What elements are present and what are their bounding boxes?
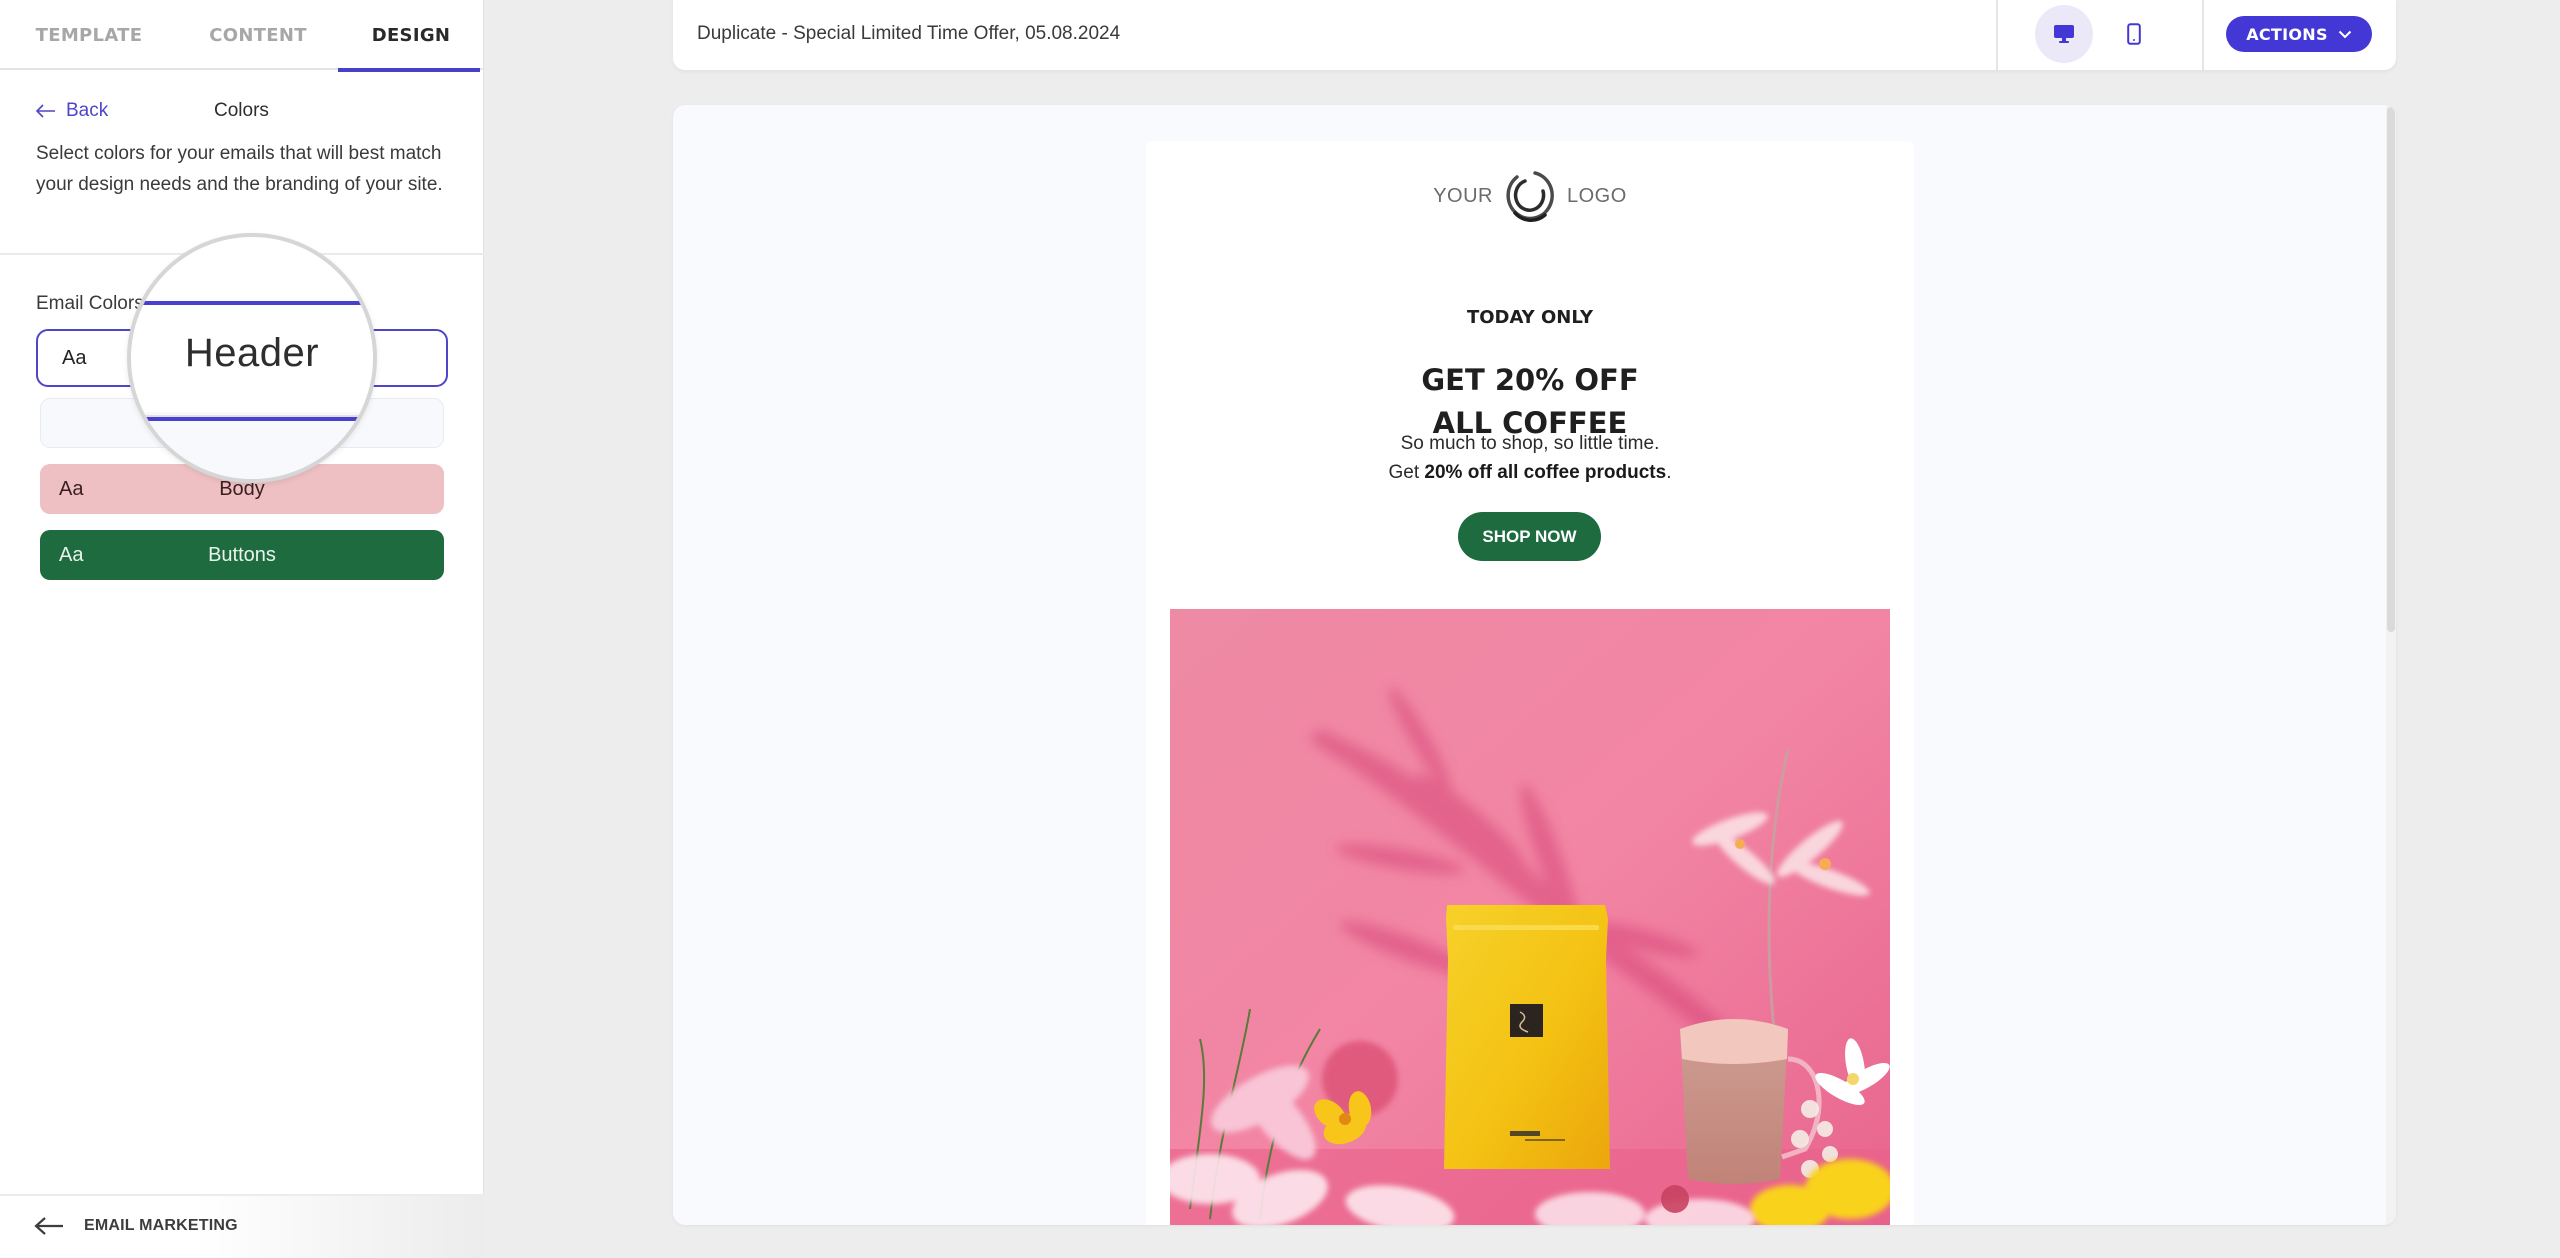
divider — [1996, 0, 1998, 70]
email-canvas: YOUR LOGO TODAY ONLY GET 20% OFF ALL COF… — [1146, 141, 1914, 1225]
body-line-2-bold: 20% off all coffee products — [1424, 462, 1667, 483]
sidebar-tabs: TEMPLATE CONTENT DESIGN — [0, 0, 484, 72]
lens-text: Header — [184, 331, 320, 375]
arrow-left-icon — [34, 1217, 63, 1235]
chevron-down-icon — [2338, 30, 2352, 38]
actions-button[interactable]: ACTIONS — [2226, 16, 2372, 52]
magnifier-lens: Header — [127, 233, 377, 483]
sidebar: TEMPLATE CONTENT DESIGN Back Colors Sele… — [0, 0, 484, 1258]
panel-description: Select colors for your emails that will … — [36, 143, 443, 195]
sidebar-footer: EMAIL MARKETING — [0, 1194, 484, 1258]
email-colors-label: Email Colors — [36, 293, 144, 314]
logo-ring-icon — [1506, 171, 1554, 222]
desktop-icon — [2054, 25, 2074, 43]
shop-now-button[interactable]: SHOP NOW — [1458, 512, 1601, 561]
scrollbar-thumb[interactable] — [2387, 107, 2395, 632]
back-button[interactable]: Back — [36, 96, 108, 126]
logo-text-right: LOGO — [1567, 184, 1627, 207]
divider — [2202, 0, 2204, 70]
email-body-text[interactable]: So much to shop, so little time. Get 20%… — [1146, 429, 1914, 487]
document-title[interactable]: Duplicate - Special Limited Time Offer, … — [697, 0, 1120, 68]
mobile-view-button[interactable] — [2105, 5, 2163, 63]
body-line-2-prefix: Get — [1388, 462, 1425, 483]
body-line-1: So much to shop, so little time. — [1400, 433, 1660, 454]
mobile-icon — [2127, 23, 2141, 45]
logo-text-left: YOUR — [1433, 184, 1493, 207]
panel-title: Colors — [214, 100, 269, 121]
color-row-buttons[interactable]: Aa Buttons — [40, 530, 444, 580]
top-bar: Duplicate - Special Limited Time Offer, … — [673, 0, 2396, 70]
actions-label: ACTIONS — [2246, 24, 2328, 44]
headline-line-1: GET 20% OFF — [1421, 363, 1639, 397]
email-marketing-link[interactable]: EMAIL MARKETING — [34, 1216, 238, 1236]
coffee-bag — [1444, 905, 1610, 1169]
arrow-left-icon — [36, 104, 55, 118]
lens-border-bottom — [141, 417, 363, 421]
tab-content[interactable]: CONTENT — [178, 0, 338, 70]
email-marketing-label: EMAIL MARKETING — [84, 1217, 238, 1234]
body-line-2-suffix: . — [1666, 462, 1672, 483]
preview-scrollbar[interactable] — [2386, 105, 2396, 1225]
lens-background-row — [131, 412, 373, 479]
back-label: Back — [66, 100, 109, 121]
body-line-2: Get 20% off all coffee products. — [1146, 458, 1914, 487]
email-logo[interactable]: YOUR LOGO — [1146, 168, 1914, 224]
desktop-view-button[interactable] — [2035, 5, 2093, 63]
email-preview: YOUR LOGO TODAY ONLY GET 20% OFF ALL COF… — [673, 105, 2396, 1225]
panel-header: Back Colors — [36, 96, 456, 126]
hero-image[interactable] — [1170, 609, 1890, 1225]
email-eyebrow[interactable]: TODAY ONLY — [1146, 307, 1914, 328]
tab-template[interactable]: TEMPLATE — [0, 0, 178, 70]
tab-design[interactable]: DESIGN — [338, 0, 484, 72]
lens-border-top — [141, 301, 363, 305]
hero-illustration — [1170, 609, 1890, 1225]
color-row-label: Buttons — [208, 543, 276, 566]
